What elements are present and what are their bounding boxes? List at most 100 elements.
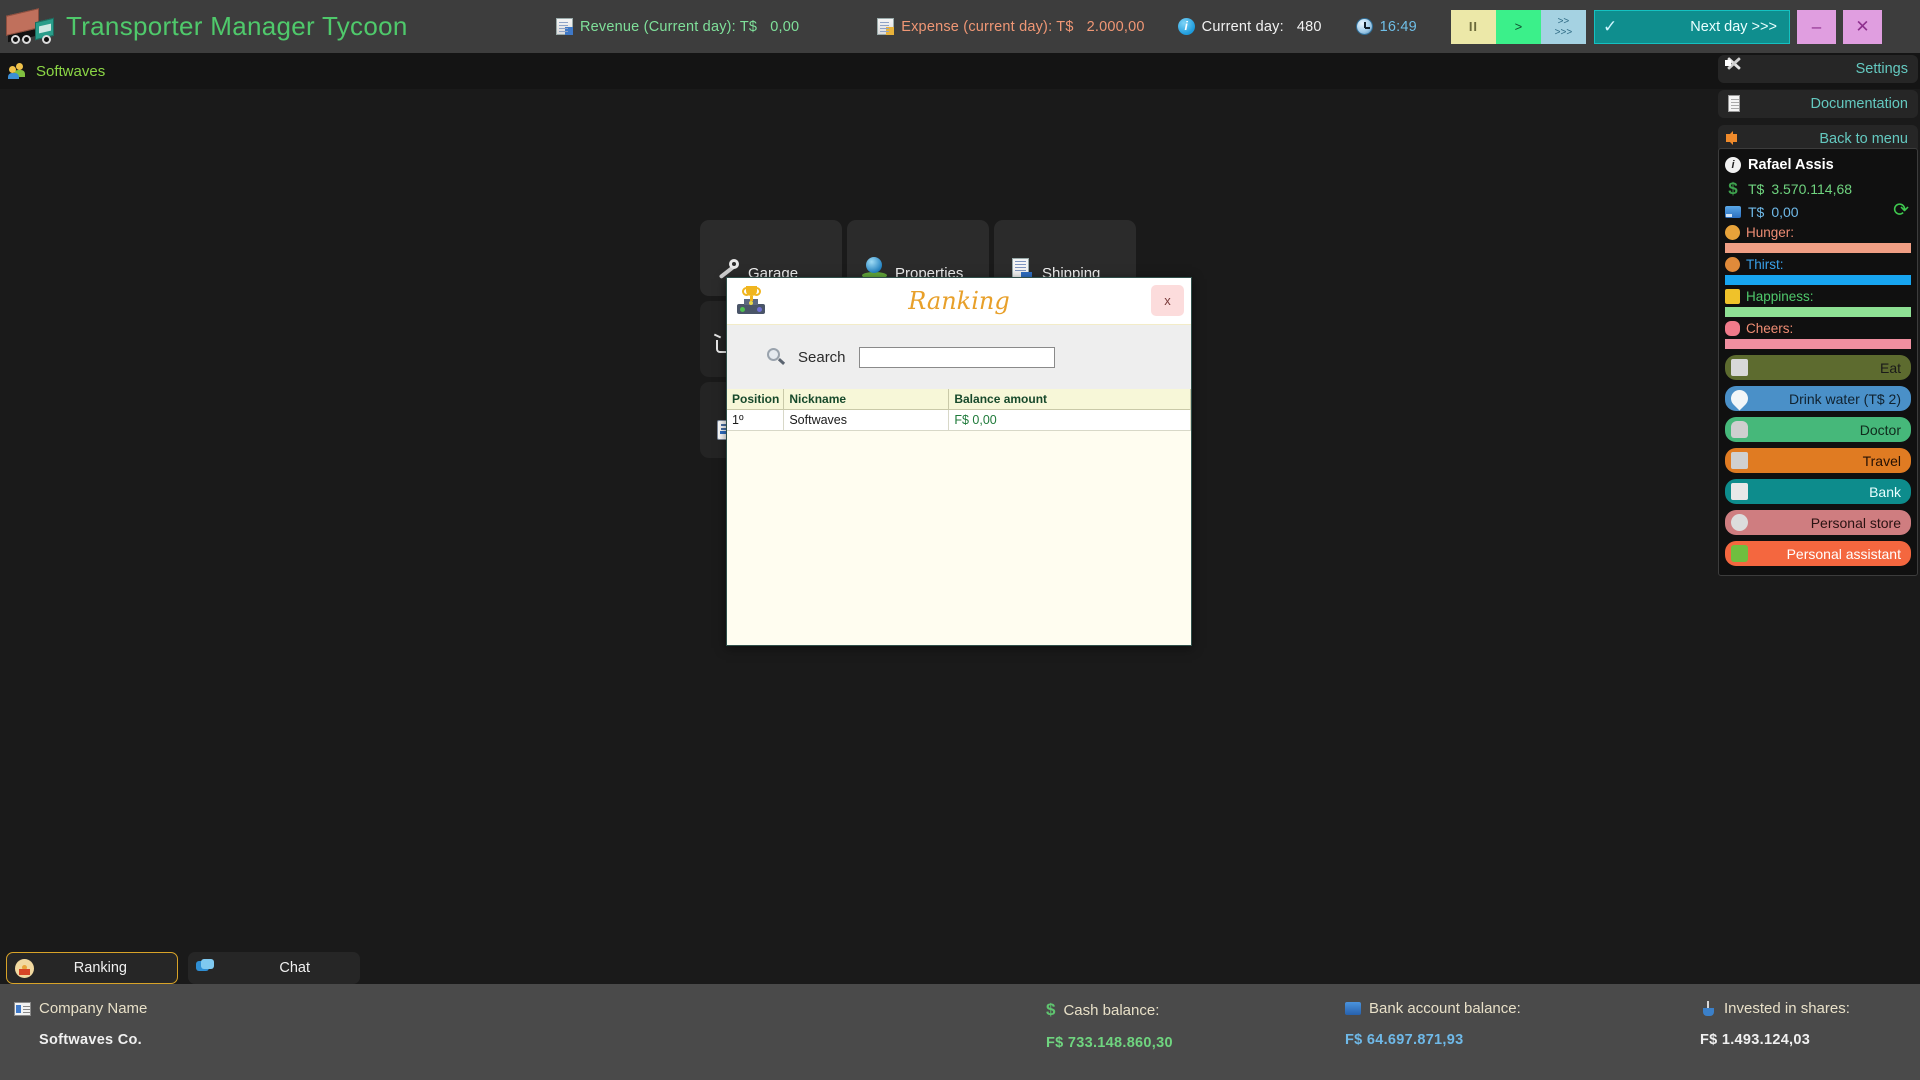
column-header-position[interactable]: Position [727, 389, 785, 410]
cash-balance-header: $ Cash balance: [1046, 1000, 1173, 1020]
app-brand: Transporter Manager Tycoon [0, 7, 520, 45]
ranking-dialog: Ranking x Search Position Nickname Balan… [726, 277, 1192, 646]
next-day-button[interactable]: ✓ Next day >>> [1593, 9, 1790, 44]
player-name-row: i Rafael Assis [1725, 157, 1911, 173]
shares-icon [1700, 1001, 1716, 1016]
dollar-icon: $ [1728, 179, 1738, 198]
close-window-button[interactable]: ✕ [1842, 9, 1882, 44]
ff-x2-label: >> [1557, 15, 1570, 27]
revenue-value: 0,00 [770, 18, 800, 35]
bottom-tabs: Ranking Chat [6, 952, 360, 984]
dollar-icon-footer: $ [1046, 1000, 1056, 1019]
thirst-bar [1725, 275, 1911, 285]
column-header-nickname[interactable]: Nickname [783, 389, 950, 410]
bank-button[interactable]: Bank [1725, 479, 1911, 504]
doctor-button[interactable]: Doctor [1725, 417, 1911, 442]
eat-button[interactable]: Eat [1725, 355, 1911, 380]
expense-stat: Expense (current day): T$ 2.000,00 [877, 18, 1144, 35]
company-name-header: Company Name [14, 1000, 147, 1017]
personal-store-button[interactable]: Personal store [1725, 510, 1911, 535]
doctor-icon [1731, 421, 1748, 438]
ff-x3-label: >>> [1554, 26, 1573, 38]
need-thirst-row: Thirst: [1725, 257, 1911, 272]
cell-nickname: Softwaves [783, 409, 950, 431]
ranking-dialog-title: Ranking [908, 287, 1010, 315]
fast-forward-button[interactable]: >> >>> [1540, 9, 1586, 44]
current-day-stat: i Current day: 480 [1177, 18, 1322, 35]
player-nickname-bar: Softwaves [0, 53, 1920, 89]
documentation-label: Documentation [1810, 96, 1908, 112]
chat-icon [196, 958, 215, 978]
player-card-row: T$ 0,00 [1725, 204, 1911, 220]
next-day-label: Next day >>> [1690, 18, 1777, 35]
drink-water-button[interactable]: Drink water (T$ 2) [1725, 386, 1911, 411]
ranking-dialog-titlebar: Ranking x [727, 278, 1191, 325]
company-name-label: Company Name [39, 1000, 148, 1017]
clock-icon [1355, 18, 1373, 35]
search-input[interactable] [858, 346, 1055, 368]
tab-ranking[interactable]: Ranking [6, 952, 178, 984]
info-circle-icon: i [1725, 157, 1741, 173]
expense-value: 2.000,00 [1086, 18, 1145, 35]
ranking-table: Position Nickname Balance amount 1º Soft… [727, 389, 1191, 431]
table-row[interactable]: 1º Softwaves F$ 0,00 [727, 409, 1191, 431]
eat-label: Eat [1879, 359, 1901, 376]
search-icon [767, 348, 786, 366]
back-to-menu-label: Back to menu [1819, 131, 1908, 147]
ranking-search-row: Search [727, 325, 1191, 389]
revenue-stat: Revenue (Current day): T$ 0,00 [556, 18, 799, 35]
speed-controls: II > >> >>> [1450, 9, 1586, 44]
shares-label: Invested in shares: [1724, 1000, 1850, 1017]
bank-balance-value: F$ 64.697.871,93 [1345, 1032, 1464, 1048]
tools-icon [1725, 57, 1743, 78]
player-card-value: 0,00 [1771, 204, 1799, 220]
clock-stat: 16:49 [1355, 18, 1417, 35]
truck-logo-icon [6, 7, 58, 45]
ranking-dialog-close-button[interactable]: x [1151, 285, 1184, 316]
documentation-button[interactable]: Documentation [1718, 90, 1918, 118]
cash-balance-label: Cash balance: [1063, 1001, 1160, 1019]
bank-card-icon [1345, 1002, 1361, 1015]
info-icon: i [1177, 18, 1195, 35]
revenue-doc-icon [556, 18, 573, 35]
check-icon: ✓ [1602, 16, 1618, 36]
thirst-label: Thirst: [1746, 257, 1784, 272]
settings-button[interactable]: Settings [1718, 55, 1918, 83]
settings-label: Settings [1855, 61, 1908, 77]
bank-balance-label: Bank account balance: [1369, 1000, 1521, 1017]
personal-assistant-button[interactable]: Personal assistant [1725, 541, 1911, 566]
trophy-podium-icon [735, 285, 767, 317]
player-card-currency: T$ [1748, 204, 1765, 220]
expense-doc-icon [877, 18, 895, 35]
company-icon [14, 1001, 31, 1016]
cheers-label: Cheers: [1746, 321, 1794, 336]
ranking-table-header-row: Position Nickname Balance amount [727, 389, 1191, 410]
hunger-face-icon [1725, 225, 1740, 240]
player-cash-currency: T$ [1748, 181, 1765, 197]
tab-chat-label: Chat [279, 960, 310, 976]
current-day-label: Current day: [1201, 18, 1284, 35]
company-name-value: Softwaves Co. [39, 1032, 143, 1048]
footer-bank: Bank account balance: F$ 64.697.871,93 [1345, 1000, 1521, 1048]
food-icon [1731, 359, 1748, 376]
revenue-label: Revenue (Current day): T$ [580, 18, 758, 35]
pill-icon [1725, 321, 1740, 336]
travel-button[interactable]: Travel [1725, 448, 1911, 473]
minimize-button[interactable]: – [1796, 9, 1836, 44]
pause-button[interactable]: II [1450, 9, 1496, 44]
tab-chat[interactable]: Chat [188, 952, 360, 984]
column-header-balance[interactable]: Balance amount [948, 389, 1191, 410]
hunger-label: Hunger: [1746, 225, 1795, 240]
play-button[interactable]: > [1495, 9, 1541, 44]
app-title: Transporter Manager Tycoon [66, 11, 408, 41]
coin-icon [1731, 514, 1748, 531]
personal-assistant-label: Personal assistant [1786, 545, 1901, 562]
current-day-value: 480 [1296, 18, 1322, 35]
happiness-label: Happiness: [1746, 289, 1814, 304]
people-icon [8, 63, 27, 79]
clock-value: 16:49 [1379, 18, 1417, 35]
expense-label: Expense (current day): T$ [901, 18, 1074, 35]
bank-label: Bank [1869, 483, 1901, 500]
thirst-face-icon [1725, 257, 1740, 272]
tab-ranking-label: Ranking [73, 960, 127, 976]
